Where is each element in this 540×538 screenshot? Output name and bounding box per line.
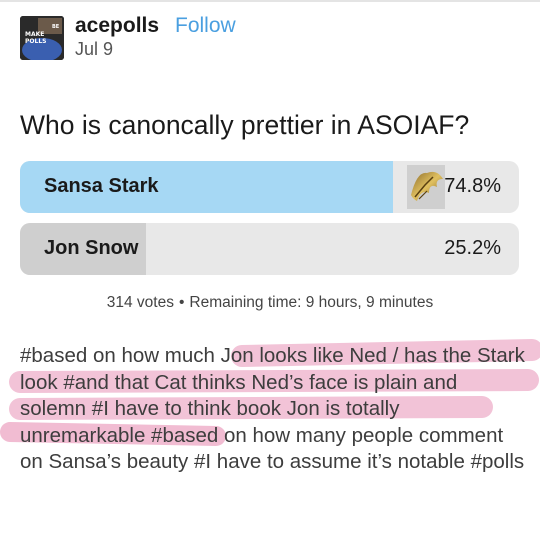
post-header: MAKE POLLS BE acepolls Follow Jul 9 [20, 14, 520, 64]
poll-option-jon-snow[interactable]: Jon Snow 25.2% [20, 223, 519, 275]
poll-option-percentage: 25.2% [444, 237, 501, 259]
poll-option-sansa-stark[interactable]: Sansa Stark 74.8% [20, 161, 519, 213]
follow-button[interactable]: Follow [175, 14, 236, 38]
avatar-text-be: BE [52, 24, 60, 30]
tag-item[interactable]: #and that [63, 371, 149, 394]
poll-vote-count: 314 votes [106, 294, 174, 311]
blog-name-link[interactable]: acepolls [75, 14, 159, 38]
avatar-text-polls: POLLS [25, 38, 46, 45]
tag-item[interactable]: #I have to assume it’s notable [194, 450, 465, 473]
poll-option-percentage: 74.8% [444, 175, 501, 197]
dot-separator-icon: • [178, 294, 185, 311]
poll-remaining-time: Remaining time: 9 hours, 9 minutes [189, 294, 434, 311]
avatar-text-make: MAKE [25, 31, 44, 38]
post-date: Jul 9 [75, 39, 114, 59]
pin-icon [407, 165, 445, 209]
poll-option-label: Jon Snow [44, 237, 139, 259]
post-tags: #based on how much Jon looks like Ned / … [20, 343, 525, 476]
top-divider [0, 0, 540, 2]
tag-item[interactable]: #polls [471, 450, 525, 473]
blog-avatar[interactable]: MAKE POLLS BE [20, 16, 64, 60]
tag-item[interactable]: #based on how much [20, 344, 215, 367]
poll-option-label: Sansa Stark [44, 175, 159, 197]
poll-question: Who is canoncally prettier in ASOIAF? [20, 110, 470, 140]
poll-meta: 314 votes • Remaining time: 9 hours, 9 min… [0, 294, 540, 312]
